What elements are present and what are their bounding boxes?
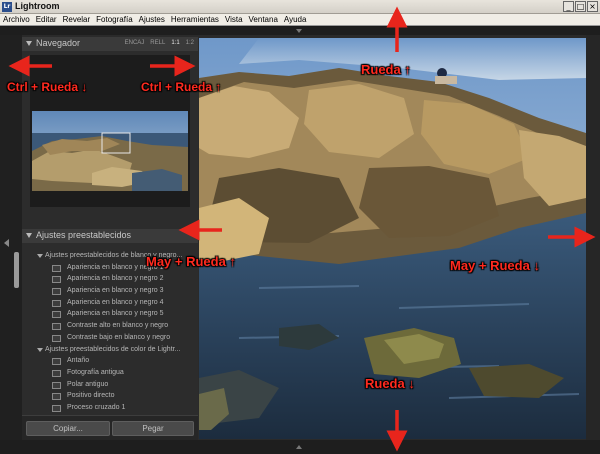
presets-title: Ajustes preestablecidos (36, 230, 132, 240)
left-panel-toggle-icon[interactable] (4, 239, 9, 247)
preset-label: Apariencia en blanco y negro 4 (67, 298, 164, 306)
menu-fotografia[interactable]: Fotografía (93, 14, 135, 25)
preset-icon (52, 334, 61, 342)
zoom-1-2[interactable]: 1:2 (186, 40, 194, 46)
preset-icon (52, 404, 61, 412)
menu-archivo[interactable]: Archivo (0, 14, 33, 25)
maximize-button[interactable]: □ (575, 1, 586, 12)
menu-revelar[interactable]: Revelar (60, 14, 94, 25)
collapse-triangle-icon (26, 233, 32, 238)
panel-scrollbar[interactable] (14, 252, 19, 288)
preset-label: Apariencia en blanco y negro 3 (67, 287, 164, 295)
preset-icon (52, 311, 61, 319)
zoom-fill[interactable]: RELL (150, 40, 165, 46)
navigator-header[interactable]: Navegador ENCAJ RELL 1:1 1:2 (22, 37, 198, 51)
preset-label: Apariencia en blanco y negro 2 (67, 275, 164, 283)
workspace: Navegador ENCAJ RELL 1:1 1:2 Ajustes pre… (0, 27, 600, 454)
preset-label: Positivo directo (67, 392, 115, 400)
copy-button[interactable]: Copiar... (26, 421, 110, 436)
annotation-ctrl-zoom-out: Ctrl + Rueda ↓ (7, 80, 88, 94)
menu-herramientas[interactable]: Herramientas (168, 14, 222, 25)
preset-label: Proceso cruzado 1 (67, 403, 126, 411)
menu-ventana[interactable]: Ventana (246, 14, 281, 25)
panel-button-bar: Copiar... Pegar (22, 415, 198, 440)
menu-bar: Archivo Editar Revelar Fotografía Ajuste… (0, 14, 600, 26)
menu-ajustes[interactable]: Ajustes (136, 14, 168, 25)
preset-item[interactable]: Contraste bajo en blanco y negro (22, 333, 198, 345)
zoom-fit[interactable]: ENCAJ (125, 40, 145, 46)
navigator-thumbnail[interactable] (32, 111, 188, 191)
annotation-shift-scroll-left: May + Rueda ↑ (146, 254, 236, 269)
annotation-scroll-down: Rueda ↓ (365, 376, 415, 391)
preset-item[interactable]: Proceso cruzado 1 (22, 403, 198, 415)
preset-icon (52, 288, 61, 296)
annotation-ctrl-zoom-in: Ctrl + Rueda ↑ (141, 80, 222, 94)
preset-item[interactable]: Contraste alto en blanco y negro (22, 321, 198, 333)
preset-folder-label: Ajustes preestablecidos de color de Ligh… (45, 345, 181, 353)
preset-item[interactable]: Polar antiguo (22, 380, 198, 392)
folder-triangle-icon (37, 254, 43, 258)
title-bar: Lr Lightroom _ □ × (0, 0, 600, 14)
lightroom-app-icon: Lr (2, 2, 12, 12)
preset-label: Polar antiguo (67, 380, 109, 388)
bottom-panel-toggle-icon[interactable] (296, 445, 302, 449)
left-panel-edge[interactable] (0, 35, 22, 440)
preset-icon (52, 299, 61, 307)
preset-item[interactable]: Fotografía antigua (22, 368, 198, 380)
preset-label: Apariencia en blanco y negro 5 (67, 310, 164, 318)
preset-icon (52, 381, 61, 389)
close-button[interactable]: × (587, 1, 598, 12)
preset-folder[interactable]: Ajustes preestablecidos de color de Ligh… (22, 345, 198, 357)
paste-button[interactable]: Pegar (112, 421, 194, 436)
menu-vista[interactable]: Vista (222, 14, 246, 25)
menu-editar[interactable]: Editar (33, 14, 60, 25)
window-title: Lightroom (15, 1, 60, 11)
presets-header[interactable]: Ajustes preestablecidos (22, 229, 198, 243)
top-panel-toggle-icon[interactable] (296, 29, 302, 33)
preset-label: Contraste alto en blanco y negro (67, 322, 169, 330)
preset-item[interactable]: Apariencia en blanco y negro 5 (22, 309, 198, 321)
right-panel-edge[interactable] (586, 35, 600, 440)
preset-icon (52, 264, 61, 272)
preset-icon (52, 358, 61, 366)
navigator-zoom-options: ENCAJ RELL 1:1 1:2 (125, 40, 194, 46)
folder-triangle-icon (37, 347, 43, 352)
preset-item[interactable]: Apariencia en blanco y negro 3 (22, 286, 198, 298)
menu-ayuda[interactable]: Ayuda (281, 14, 310, 25)
preset-label: Contraste bajo en blanco y negro (67, 333, 171, 341)
preset-icon (52, 276, 61, 284)
annotation-scroll-up: Rueda ↑ (361, 62, 411, 77)
preset-label: Fotografía antigua (67, 368, 124, 376)
preset-list: Ajustes preestablecidos de blanco y negr… (22, 251, 198, 415)
preset-icon (52, 323, 61, 331)
preset-item[interactable]: Apariencia en blanco y negro 4 (22, 298, 198, 310)
preset-label: Antaño (67, 357, 90, 365)
preset-icon (52, 393, 61, 401)
preset-item[interactable]: Apariencia en blanco y negro 2 (22, 274, 198, 286)
window-controls: _ □ × (563, 1, 598, 12)
collapse-triangle-icon (26, 41, 32, 46)
zoom-1-1[interactable]: 1:1 (171, 40, 179, 46)
preset-item[interactable]: Antaño (22, 356, 198, 368)
navigator-title: Navegador (36, 38, 81, 48)
annotation-shift-scroll-right: May + Rueda ↓ (450, 258, 540, 273)
minimize-button[interactable]: _ (563, 1, 574, 12)
preset-item[interactable]: Positivo directo (22, 391, 198, 403)
navigator-preview[interactable] (30, 55, 190, 207)
preset-icon (52, 369, 61, 377)
left-panel: Navegador ENCAJ RELL 1:1 1:2 Ajustes pre… (22, 37, 198, 440)
